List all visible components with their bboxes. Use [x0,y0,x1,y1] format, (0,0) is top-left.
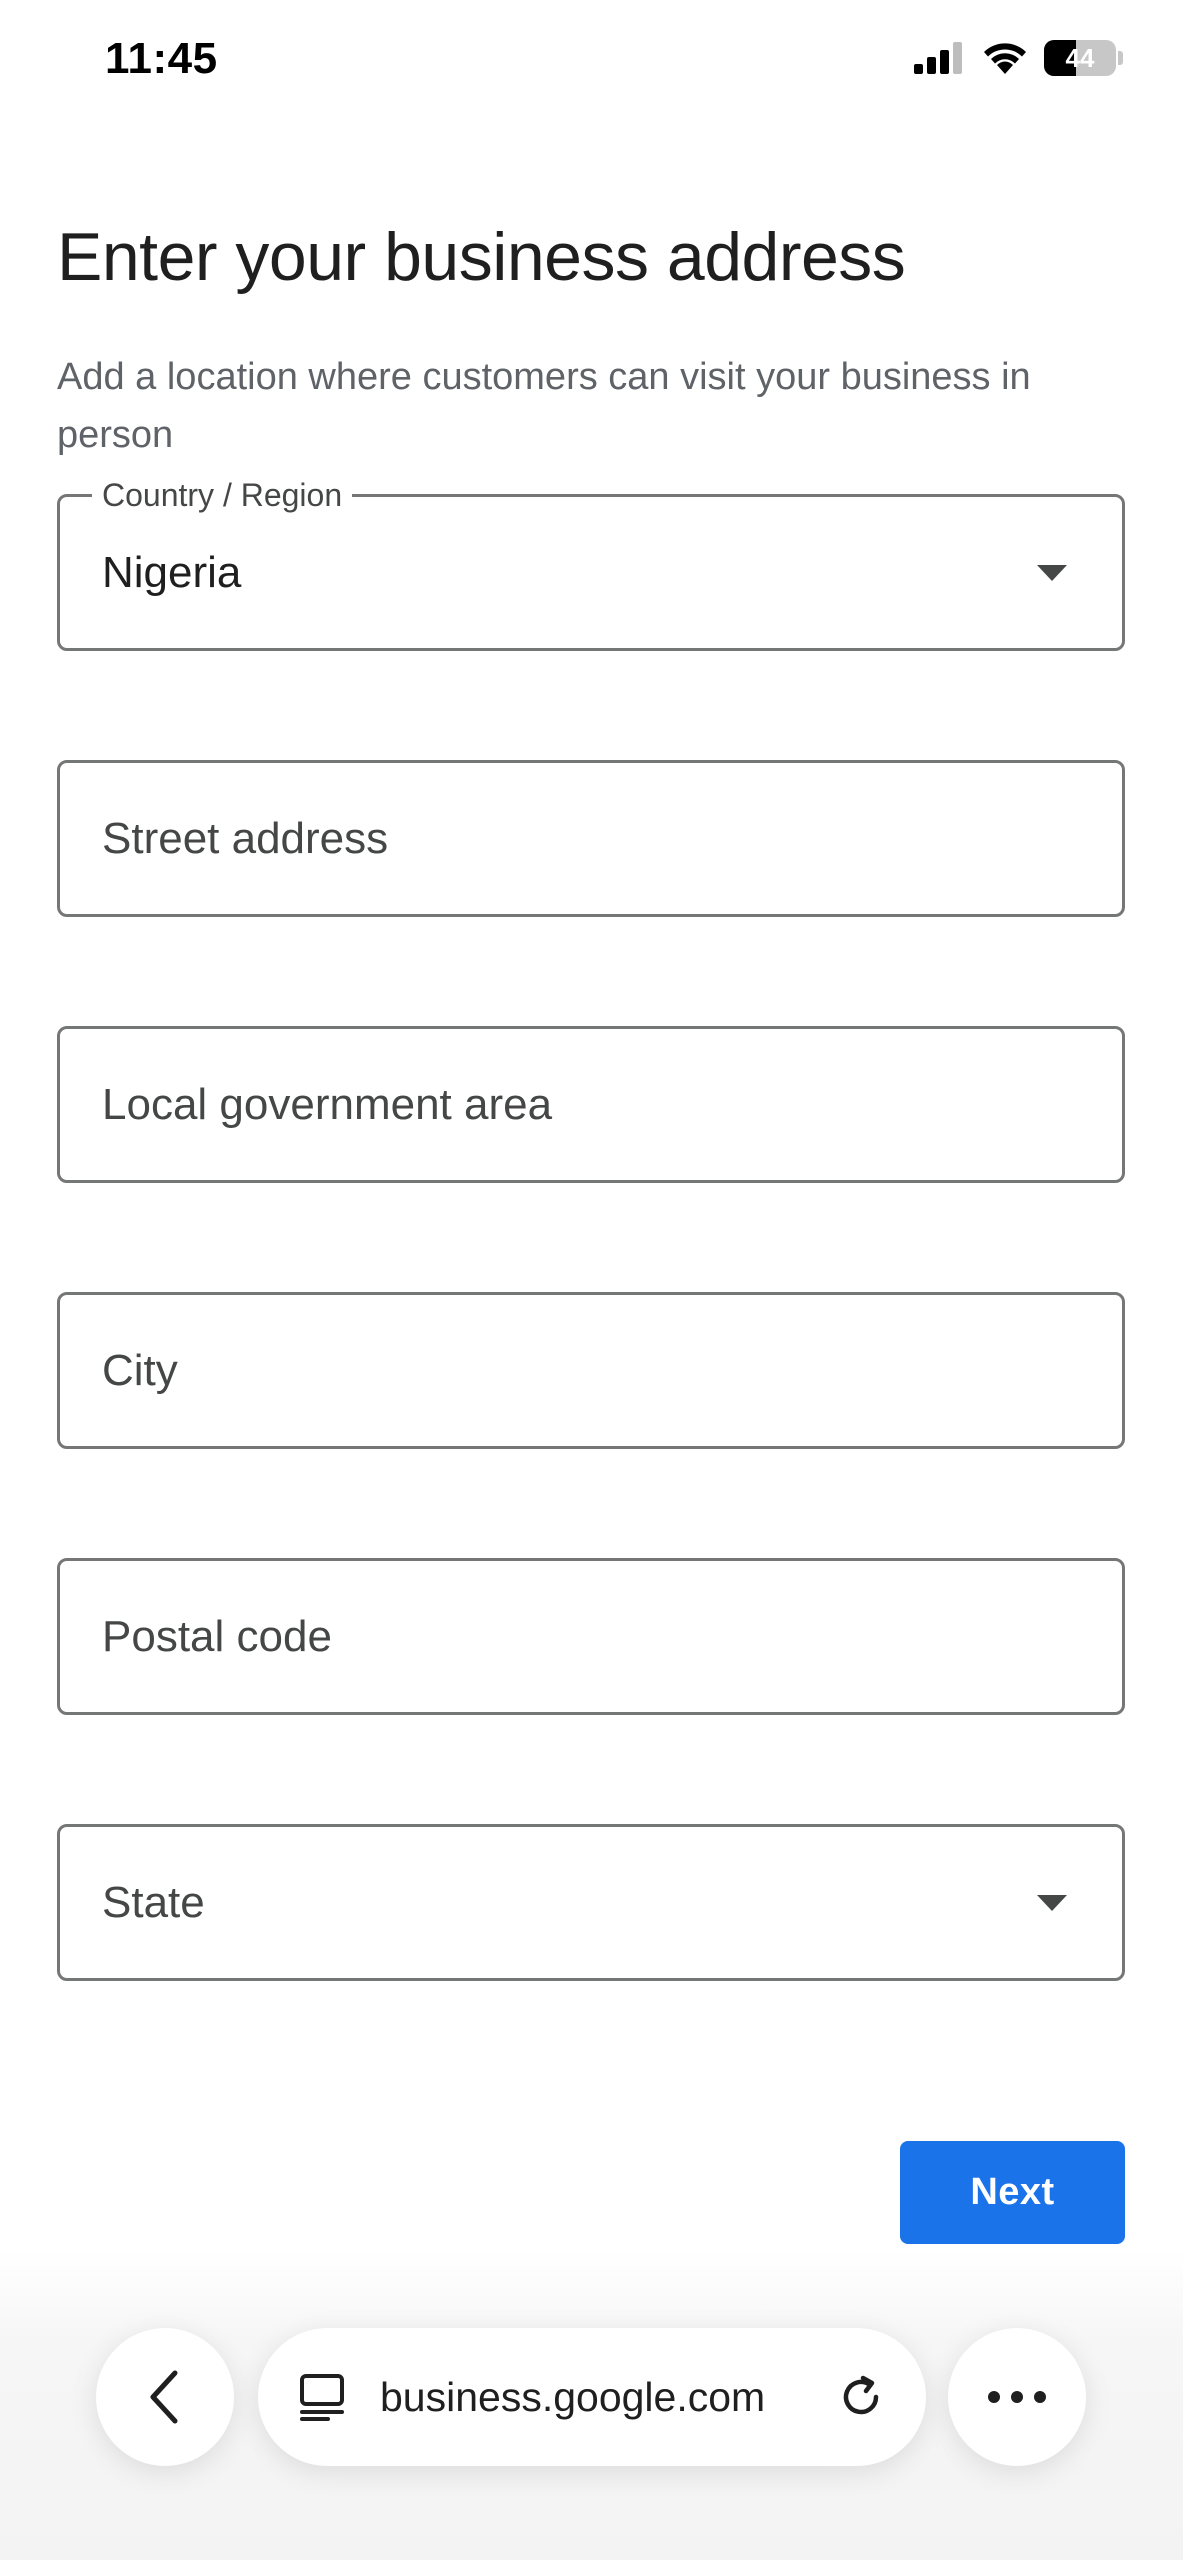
back-icon [145,2369,185,2425]
page: 11:45 44 Enter your business address Add… [0,0,1183,2560]
cellular-signal-icon [914,42,966,74]
wifi-icon [982,41,1028,75]
battery-level: 44 [1065,42,1095,73]
address-bar[interactable]: business.google.com [258,2328,926,2466]
street-address-field-container [57,760,1125,917]
reload-icon[interactable] [836,2372,886,2422]
url-text: business.google.com [380,2373,766,2420]
battery-icon: 44 [1044,40,1116,76]
next-button[interactable]: Next [900,2141,1125,2244]
street-address-input[interactable] [102,763,1002,914]
chevron-down-icon [1037,1894,1067,1911]
more-icon [987,2390,1047,2404]
chevron-down-icon [1037,564,1067,581]
lga-field-container [57,1026,1125,1183]
country-region-value: Nigeria [102,547,242,597]
postal-code-field-container [57,1558,1125,1715]
status-icons: 44 [914,40,1123,76]
browser-back-button[interactable] [96,2328,234,2466]
status-time: 11:45 [105,34,218,83]
tab-icon[interactable] [298,2372,346,2422]
state-select[interactable]: State [57,1824,1125,1981]
browser-more-button[interactable] [948,2328,1086,2466]
state-placeholder: State [102,1877,205,1927]
country-region-label: Country / Region [92,477,353,513]
country-region-select[interactable]: Country / Region Nigeria [57,477,1125,651]
page-title: Enter your business address [57,219,906,295]
city-field-container [57,1292,1125,1449]
battery-cap [1118,51,1123,65]
page-subtitle: Add a location where customers can visit… [57,356,1031,456]
postal-code-input[interactable] [102,1561,1002,1712]
local-government-area-input[interactable] [102,1029,1002,1180]
city-input[interactable] [102,1295,1002,1446]
